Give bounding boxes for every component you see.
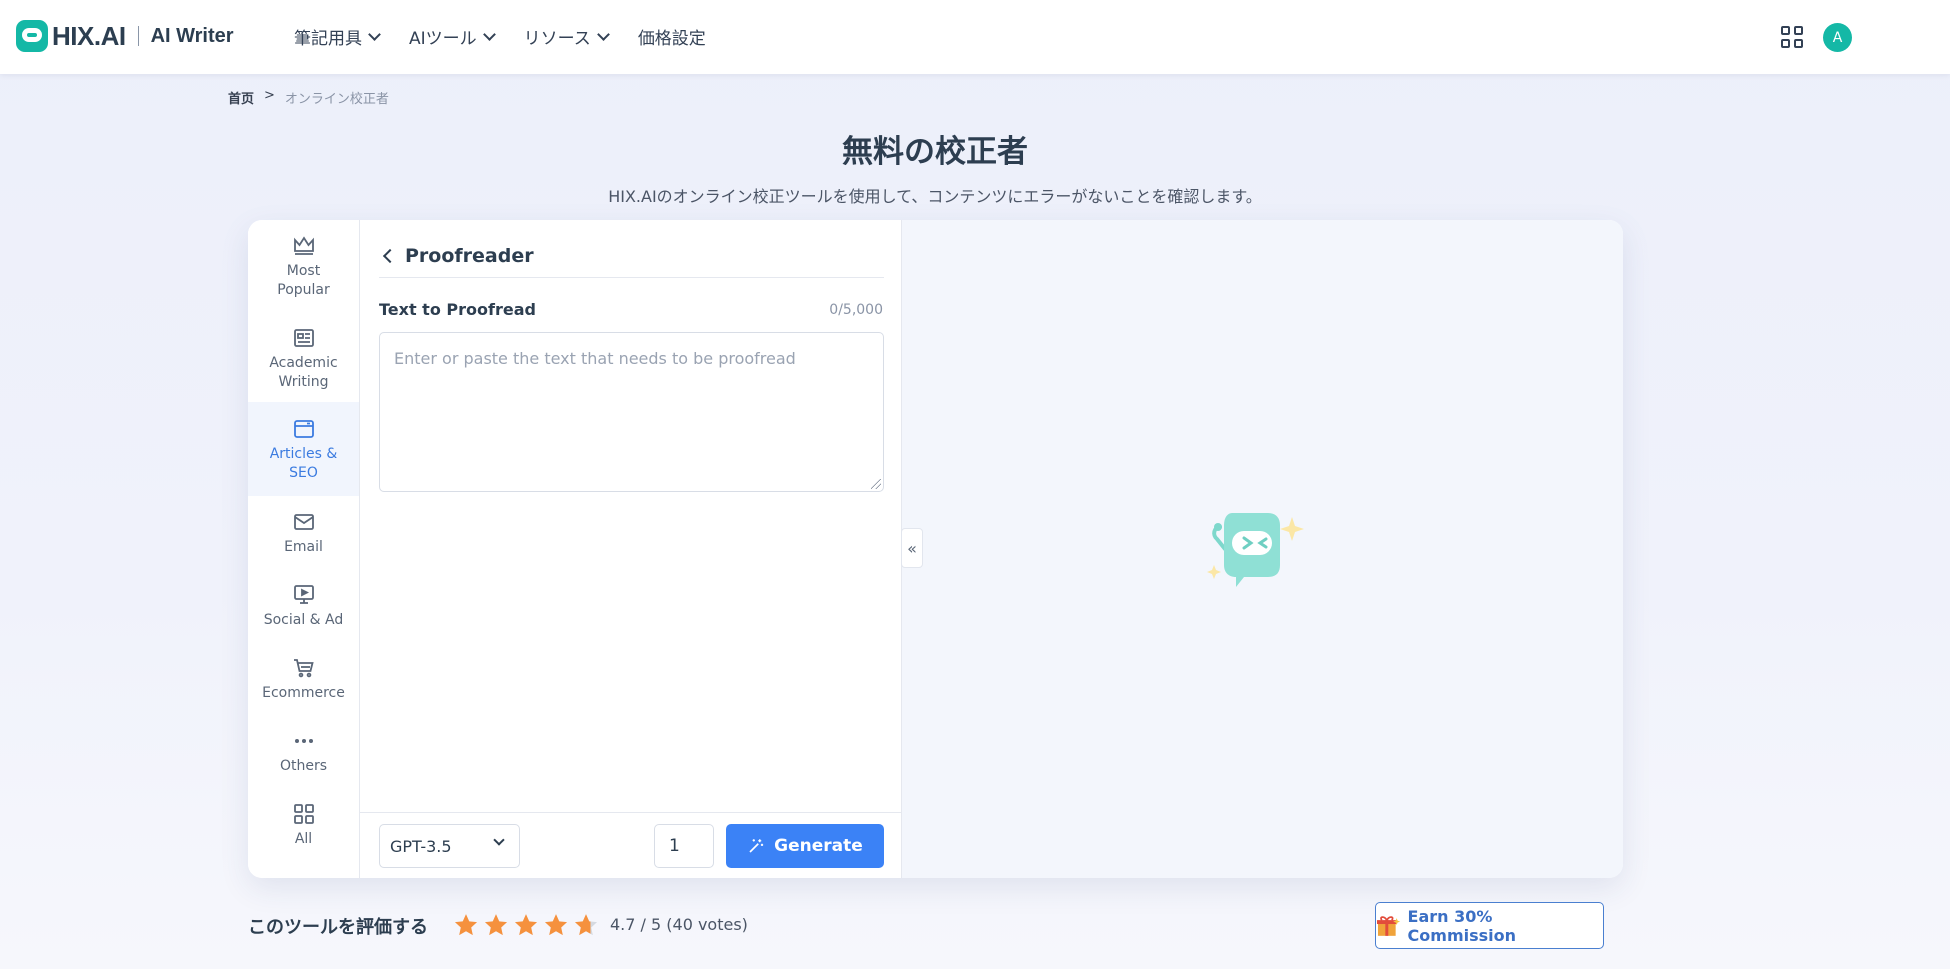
logo-divider — [137, 26, 139, 46]
category-academic-writing[interactable]: Academic Writing — [248, 320, 359, 404]
star-icon[interactable] — [483, 912, 509, 938]
tool-header: Proofreader — [379, 234, 884, 278]
logo-text: HIX.AI — [52, 20, 126, 51]
avatar[interactable]: A — [1823, 23, 1852, 52]
star-rating[interactable] — [453, 912, 599, 938]
model-select[interactable]: GPT-3.5 — [379, 824, 520, 868]
category-ecommerce[interactable]: Ecommerce — [248, 652, 359, 716]
nav-label: 価格設定 — [637, 29, 706, 49]
model-value: GPT-3.5 — [390, 836, 452, 856]
category-label: Articles & — [269, 446, 338, 462]
main-nav: 筆記用具 AIツール リソース 価格設定 — [294, 24, 706, 49]
nav-resources[interactable]: リソース — [523, 24, 610, 49]
category-others[interactable]: Others — [248, 725, 359, 789]
category-articles-seo[interactable]: Articles & SEO — [248, 402, 359, 496]
grid-icon — [293, 804, 314, 824]
category-label: Social & Ad — [263, 612, 344, 628]
category-label: Most — [286, 263, 321, 279]
form-footer: GPT-3.5 1 Generate — [360, 812, 902, 878]
chevron-down-icon — [368, 27, 381, 41]
category-label: Others — [279, 758, 328, 774]
nav-label: リソース — [523, 29, 591, 49]
character-counter: 0/5,000 — [829, 302, 883, 318]
text-field-label: Text to Proofread — [379, 300, 536, 319]
resize-handle-icon[interactable] — [871, 479, 881, 489]
logo-icon — [16, 20, 48, 52]
back-chevron-icon[interactable] — [382, 248, 398, 263]
category-label: SEO — [289, 465, 318, 481]
category-social-ad[interactable]: Social & Ad — [248, 579, 359, 643]
breadcrumb-current: オンライン校正者 — [284, 92, 389, 107]
crown-icon — [293, 236, 314, 255]
tool-card: Most Popular Academic Writing Articles &… — [248, 220, 1623, 878]
chevron-down-icon — [493, 834, 505, 846]
quantity-input[interactable]: 1 — [654, 824, 714, 868]
star-icon[interactable] — [513, 912, 539, 938]
partial-star-icon[interactable] — [573, 912, 599, 938]
dots-icon — [294, 739, 313, 743]
category-label: Writing — [278, 374, 329, 390]
page-subtitle: HIX.AIのオンライン校正ツールを使用して、コンテンツにエラーがないことを確認… — [608, 187, 1262, 206]
breadcrumb-separator: > — [264, 88, 275, 103]
earn-label: Earn 30% Commission — [1407, 906, 1517, 945]
page-title: 無料の校正者 — [842, 134, 1028, 170]
rating-score: 4.7 / 5 (40 votes) — [610, 915, 748, 934]
category-label: All — [294, 831, 313, 847]
nav-pricing[interactable]: 価格設定 — [638, 24, 706, 49]
category-label: Email — [284, 539, 323, 555]
apps-grid-icon[interactable] — [1781, 26, 1803, 48]
product-name: AI Writer — [150, 24, 234, 47]
category-most-popular[interactable]: Most Popular — [248, 230, 359, 312]
cart-icon — [293, 659, 314, 678]
gift-icon — [1376, 915, 1401, 936]
generate-label: Generate — [774, 836, 863, 856]
category-all[interactable]: All — [248, 798, 359, 862]
envelope-icon — [293, 514, 314, 530]
input-placeholder: Enter or paste the text that needs to be… — [394, 349, 796, 368]
earn-commission-button[interactable]: Earn 30% Commission — [1375, 902, 1604, 949]
newspaper-icon — [293, 329, 314, 347]
generate-button[interactable]: Generate — [726, 824, 884, 868]
monitor-play-icon — [293, 585, 314, 604]
mascot-robot-icon — [1207, 513, 1304, 587]
proofreader-form: Proofreader Text to Proofread 0/5,000 En… — [360, 220, 902, 878]
category-label: Popular — [277, 282, 330, 298]
breadcrumb-home[interactable]: 首页 — [228, 88, 254, 107]
tool-name: Proofreader — [405, 244, 534, 267]
rating-label: このツールを評価する — [248, 917, 428, 938]
breadcrumb: 首页 > オンライン校正者 — [228, 88, 389, 107]
star-icon[interactable] — [543, 912, 569, 938]
nav-ai-tools[interactable]: AIツール — [409, 24, 496, 49]
chevron-down-icon — [596, 27, 610, 41]
magic-wand-icon — [749, 839, 764, 853]
category-label: Ecommerce — [262, 685, 345, 701]
category-sidebar: Most Popular Academic Writing Articles &… — [248, 220, 360, 878]
top-navigation-bar: HIX.AI AI Writer 筆記用具 AIツール リソース 価格設定 A — [0, 0, 1950, 74]
collapse-panel-button[interactable]: « — [901, 528, 923, 568]
nav-label: 筆記用具 — [294, 29, 362, 49]
nav-label: AIツール — [409, 29, 477, 49]
logo[interactable]: HIX.AI AI Writer — [16, 20, 234, 52]
text-to-proofread-input[interactable]: Enter or paste the text that needs to be… — [379, 332, 884, 492]
nav-writing-tools[interactable]: 筆記用具 — [294, 24, 381, 49]
category-label: Academic — [269, 355, 338, 371]
star-icon[interactable] — [453, 912, 479, 938]
chevron-down-icon — [482, 27, 496, 41]
category-email[interactable]: Email — [248, 506, 359, 570]
browser-window-icon — [293, 420, 314, 438]
